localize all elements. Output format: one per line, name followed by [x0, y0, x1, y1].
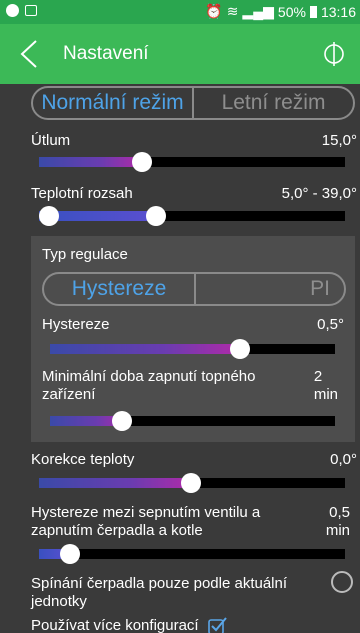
spinani-radio[interactable] — [331, 571, 353, 593]
wifi-icon: ≋ — [226, 3, 239, 19]
hystereze-slider[interactable] — [50, 339, 335, 359]
korekce-value: 0,0° — [330, 451, 357, 468]
korekce-slider[interactable] — [39, 473, 345, 493]
alarm-icon: ⏰ — [205, 3, 223, 19]
korekce-slider-thumb[interactable] — [181, 473, 201, 493]
spinani-label: Spínání čerpadla pouze podle aktuální je… — [31, 575, 288, 610]
min-doba-slider-thumb[interactable] — [112, 411, 132, 431]
teplotni-rozsah-label: Teplotní rozsah — [31, 185, 133, 202]
battery-percent: 50% — [277, 3, 306, 20]
hystereze-slider-fill — [50, 344, 240, 354]
hystereze-sepnuti-thumb[interactable] — [60, 544, 80, 564]
typ-regulace-label: Typ regulace — [42, 246, 128, 263]
checkbox-checked-icon[interactable] — [208, 617, 228, 633]
min-doba-value: 2 min — [313, 368, 338, 403]
summer-mode-tab[interactable]: Letní režim — [192, 88, 353, 118]
hystereze-tab[interactable]: Hystereze — [44, 274, 194, 304]
app-bar: Nastavení — [0, 24, 360, 84]
battery-icon — [309, 5, 317, 18]
signal-icon: ▂▄▆ — [242, 3, 274, 19]
min-doba-slider[interactable] — [50, 411, 335, 431]
teplotni-rozsah-slider[interactable] — [39, 206, 345, 226]
regulation-toggle: Hystereze PI — [42, 272, 346, 306]
hystereze-sepnuti-value: 0,5 min — [325, 504, 350, 539]
pouzivat-label: Používat více konfigurací — [31, 617, 199, 633]
power-icon[interactable] — [320, 40, 348, 68]
back-arrow-icon[interactable] — [16, 39, 46, 69]
hystereze-sepnuti-slider[interactable] — [39, 544, 345, 564]
utlum-value: 15,0° — [321, 132, 357, 149]
hystereze-sepnuti-label: Hystereze mezi sepnutím ventilu a zapnut… — [31, 504, 261, 539]
utlum-slider[interactable] — [39, 152, 345, 172]
gallery-icon — [25, 5, 37, 16]
hystereze-slider-thumb[interactable] — [230, 339, 250, 359]
utlum-slider-thumb[interactable] — [132, 152, 152, 172]
pi-tab[interactable]: PI — [194, 274, 344, 304]
notification-icon — [6, 4, 19, 17]
status-bar: ⏰ ≋ ▂▄▆ 50% 13:16 — [0, 0, 360, 24]
korekce-slider-fill — [39, 478, 192, 488]
teplotni-rozsah-high-thumb[interactable] — [146, 206, 166, 226]
page-title: Nastavení — [63, 43, 149, 64]
clock: 13:16 — [320, 3, 356, 20]
min-doba-label: Minimální doba zapnutí topného zařízení — [42, 368, 256, 403]
utlum-label: Útlum — [31, 132, 71, 149]
normal-mode-tab[interactable]: Normální režim — [33, 88, 192, 118]
teplotni-rozsah-low-thumb[interactable] — [39, 206, 59, 226]
teplotni-rozsah-value: 5,0° - 39,0° — [281, 185, 357, 202]
typ-regulace-panel — [31, 236, 355, 442]
hystereze-value: 0,5° — [317, 316, 344, 333]
utlum-slider-fill — [39, 157, 142, 167]
korekce-label: Korekce teploty — [31, 451, 135, 468]
hystereze-label: Hystereze — [42, 316, 110, 333]
mode-toggle: Normální režim Letní režim — [31, 86, 355, 120]
